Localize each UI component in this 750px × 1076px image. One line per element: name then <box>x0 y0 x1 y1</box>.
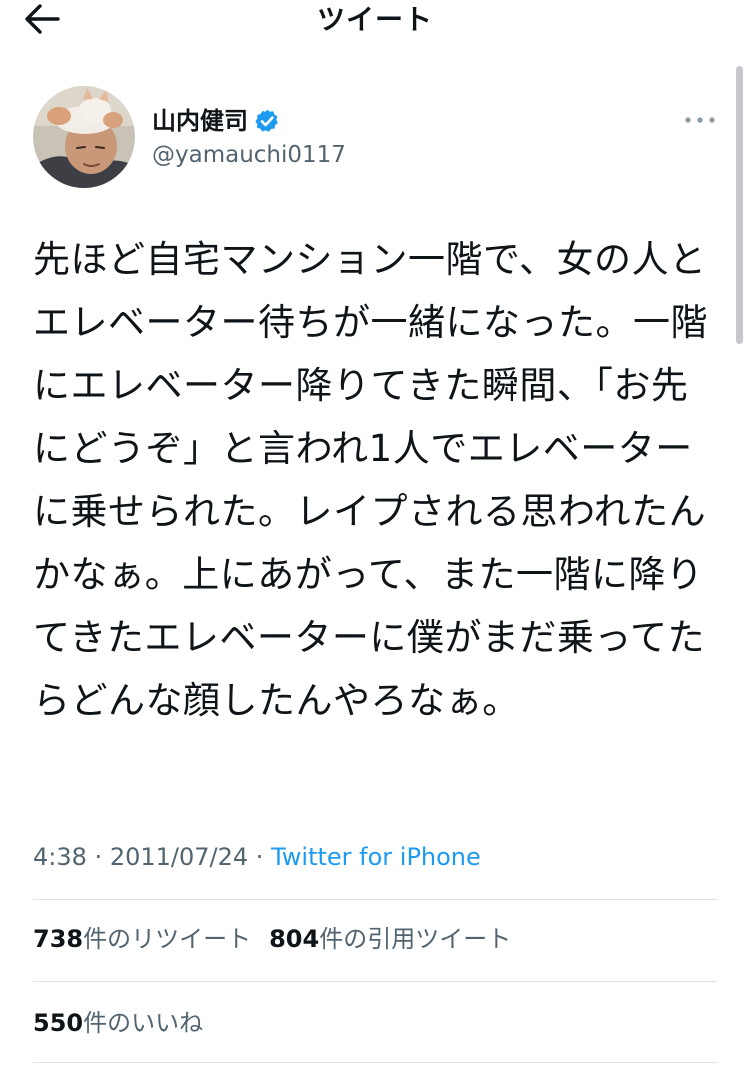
more-horizontal-icon <box>685 117 715 123</box>
author-handle[interactable]: @yamauchi0117 <box>152 140 346 170</box>
more-options-button[interactable] <box>680 110 720 130</box>
divider <box>33 981 717 982</box>
retweets-count: 738 <box>33 925 84 953</box>
avatar[interactable] <box>33 86 135 188</box>
author-display-name: 山内健司 <box>152 107 248 135</box>
tweet-meta: 4:38 · 2011/07/24 · Twitter for iPhone <box>33 840 481 874</box>
likes-row: 550件のいいね <box>33 1006 203 1040</box>
quotes-label: 件の引用ツイート <box>319 925 512 953</box>
retweets-stat[interactable]: 738件のリツイート <box>33 925 251 953</box>
divider <box>33 899 717 900</box>
scrollbar[interactable] <box>736 66 743 344</box>
author-name-row[interactable]: 山内健司 <box>152 104 280 138</box>
meta-separator: · <box>94 843 103 871</box>
likes-stat[interactable]: 550件のいいね <box>33 1009 203 1037</box>
likes-label: 件のいいね <box>83 1009 204 1037</box>
verified-badge-icon <box>255 109 278 132</box>
top-bar: ツイート <box>0 0 750 44</box>
divider <box>33 1062 717 1063</box>
retweets-label: 件のリツイート <box>83 925 252 953</box>
likes-count: 550 <box>33 1009 84 1037</box>
page-title: ツイート <box>316 3 433 36</box>
tweet-date[interactable]: 2011/07/24 <box>110 843 248 871</box>
quote-tweets-stat[interactable]: 804件の引用ツイート <box>269 925 511 953</box>
tweet-text: 先ほど自宅マンション一階で、女の人とエレベーター待ちが一緒になった。一階にエレベ… <box>33 238 708 722</box>
meta-separator: · <box>255 843 264 871</box>
tweet-time[interactable]: 4:38 <box>33 843 87 871</box>
stats-row: 738件のリツイート 804件の引用ツイート <box>33 922 511 956</box>
quotes-count: 804 <box>269 925 320 953</box>
avatar-photo <box>33 86 135 188</box>
tweet-source-link[interactable]: Twitter for iPhone <box>271 843 481 871</box>
